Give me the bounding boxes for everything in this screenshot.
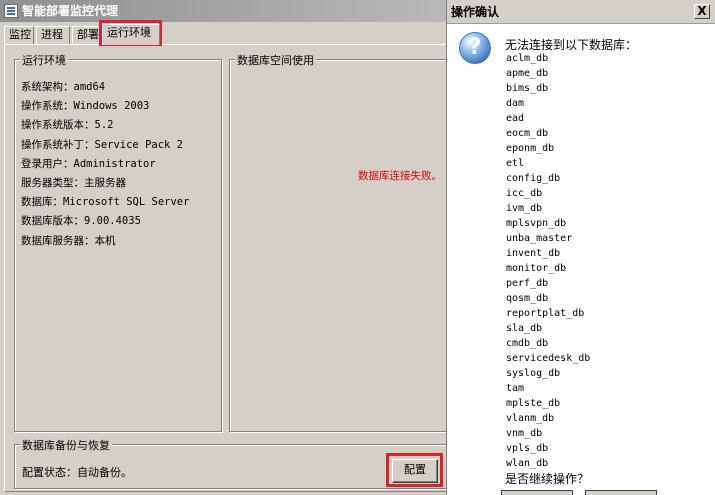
env-row-database: 数据库：Microsoft SQL Server xyxy=(21,196,190,209)
dialog-titlebar: 操作确认 X xyxy=(447,0,715,24)
dialog-question: 是否继续操作？ xyxy=(505,472,590,486)
tab-runtime-env[interactable]: 运行环境 xyxy=(102,24,160,45)
db-space-group: 数据库空间使用 xyxy=(229,52,449,432)
app-icon xyxy=(4,4,18,18)
backup-title: 数据库备份与恢复 xyxy=(20,437,112,453)
dialog-title: 操作确认 xyxy=(451,5,500,19)
db-connection-error: 数据库连接失败。 xyxy=(358,170,442,182)
database-list-item: monitor_db xyxy=(506,263,567,274)
database-list-item: perf_db xyxy=(506,278,549,289)
database-list-item: ead xyxy=(506,113,525,124)
tab-deploy[interactable]: 部署 xyxy=(72,26,102,44)
confirm-dialog: 操作确认 X ? 无法连接到以下数据库： aclm_db apme_db bims_… xyxy=(446,0,715,495)
tab-monitor[interactable]: 监控 xyxy=(4,26,34,44)
env-row-db-version: 数据库版本：9.00.4035 xyxy=(21,215,141,228)
database-list-item: eocm_db xyxy=(506,128,549,139)
env-row-os-patch: 操作系统补丁：Service Pack 2 xyxy=(21,138,184,151)
env-row-server-type: 服务器类型：主服务器 xyxy=(21,176,126,189)
database-list-item: eponm_db xyxy=(506,143,555,154)
database-list-item: ivm_db xyxy=(506,203,543,214)
database-list-item: bims_db xyxy=(506,83,549,94)
database-list-item: icc_db xyxy=(506,188,543,199)
window-title: 智能部署监控代理 xyxy=(22,4,119,18)
database-list-item: etl xyxy=(506,158,525,169)
database-list-item: cmdb_db xyxy=(506,338,549,349)
database-list-item: mplste_db xyxy=(506,398,561,409)
database-list-item: tam xyxy=(506,383,525,394)
runtime-env-title: 运行环境 xyxy=(20,52,68,68)
database-list-item: syslog_db xyxy=(506,368,561,379)
backup-group: 数据库备份与恢复 配置状态：自动备份。 xyxy=(14,437,449,489)
env-row-db-server: 数据库服务器：本机 xyxy=(21,234,116,247)
database-list-item: vlanm_db xyxy=(506,413,555,424)
database-list-item: vpls_db xyxy=(506,443,549,454)
close-icon[interactable]: X xyxy=(694,4,710,19)
env-row-user: 登录用户：Administrator xyxy=(21,157,156,170)
database-list-item: servicedesk_db xyxy=(506,353,591,364)
tab-process[interactable]: 进程 xyxy=(36,26,70,44)
database-list-item: vnm_db xyxy=(506,428,543,439)
database-list-item: qosm_db xyxy=(506,293,549,304)
database-list-item: dam xyxy=(506,98,525,109)
config-button[interactable]: 配置 xyxy=(392,459,438,483)
database-list-item: config_db xyxy=(506,173,561,184)
database-list-item: aclm_db xyxy=(506,53,549,64)
runtime-env-group: 运行环境 系统架构：amd64 操作系统：Windows 2003 操作系统版本… xyxy=(14,52,222,432)
no-button[interactable] xyxy=(585,490,657,495)
database-list-item: reportplat_db xyxy=(506,308,585,319)
database-list-item: unba_master xyxy=(506,233,573,244)
backup-status: 配置状态：自动备份。 xyxy=(22,466,132,479)
database-list-item: apme_db xyxy=(506,68,549,79)
db-space-title: 数据库空间使用 xyxy=(235,52,316,68)
window-titlebar: 智能部署监控代理 xyxy=(0,0,446,22)
database-list-item: sla_db xyxy=(506,323,543,334)
yes-button[interactable] xyxy=(501,490,573,495)
database-list: aclm_db apme_db bims_dbdam ead eocm_db eponm_… xyxy=(506,51,590,471)
database-list-item: wlan_db xyxy=(506,458,549,469)
env-row-os: 操作系统：Windows 2003 xyxy=(21,100,150,113)
env-row-os-version: 操作系统版本：5.2 xyxy=(21,119,114,132)
database-list-item: invent_db xyxy=(506,248,561,259)
runtime-env-list: 系统架构：amd64 操作系统：Windows 2003 操作系统版本：5.2 … xyxy=(21,78,189,251)
env-row-arch: 系统架构：amd64 xyxy=(21,81,106,93)
question-icon: ? xyxy=(459,32,491,64)
database-list-item: mplsvpn_db xyxy=(506,218,567,229)
